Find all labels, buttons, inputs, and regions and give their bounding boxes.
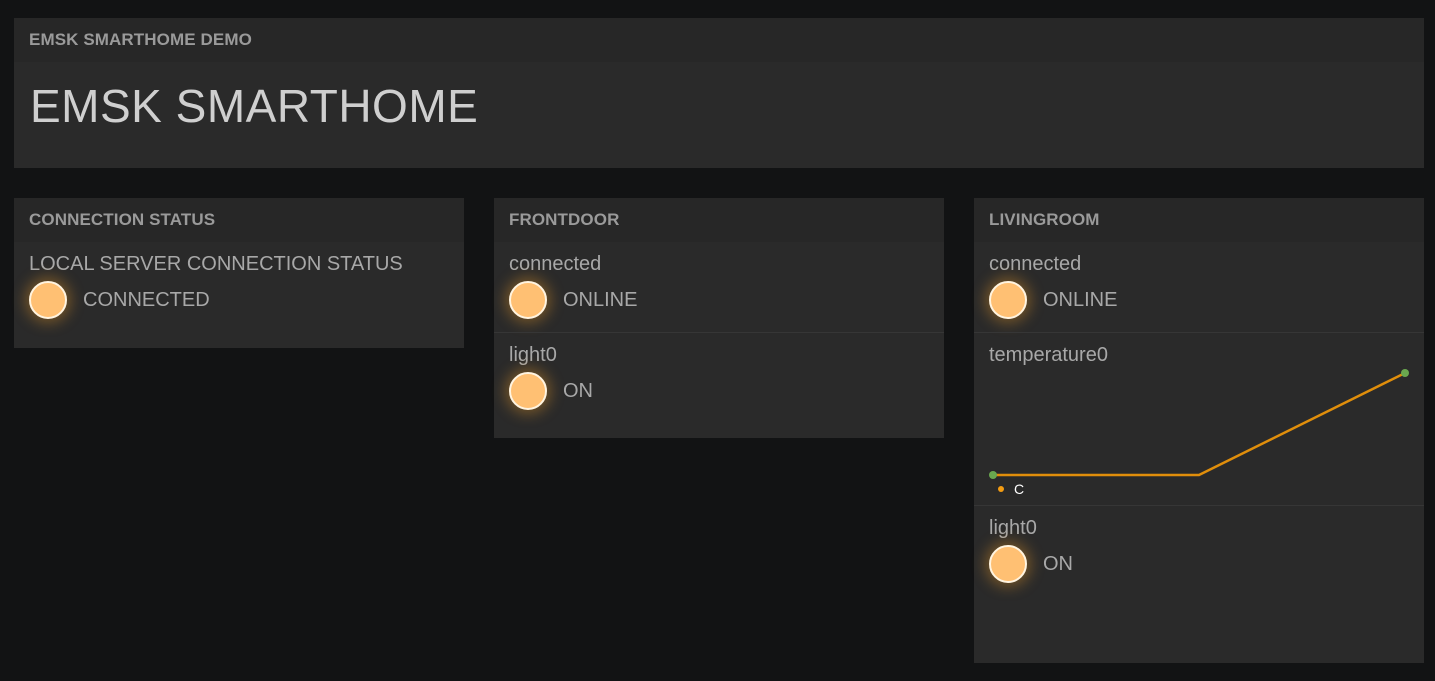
frontdoor-connected-widget: connected ONLINE	[494, 242, 944, 332]
temperature-series-line	[993, 371, 1406, 477]
widget-label: connected	[989, 253, 1082, 275]
pane-header-connection-status: CONNECTION STATUS	[14, 198, 464, 242]
pane-header-frontdoor: FRONTDOOR	[494, 198, 944, 242]
status-light-icon	[29, 281, 67, 319]
indicator-row: ONLINE	[989, 276, 1424, 324]
pane-header-livingroom: LIVINGROOM	[974, 198, 1424, 242]
local-server-status-widget: LOCAL SERVER CONNECTION STATUS CONNECTED	[14, 242, 464, 324]
temperature-data-point	[1401, 369, 1409, 377]
livingroom-pane: LIVINGROOM connected ONLINE temperature0…	[974, 198, 1424, 663]
temperature0-widget: temperature0 C	[974, 332, 1424, 505]
title-pane: EMSK SMARTHOME DEMO EMSK SMARTHOME	[14, 18, 1424, 168]
status-light-icon	[989, 281, 1027, 319]
legend-marker	[998, 486, 1004, 492]
indicator-row: CONNECTED	[29, 276, 464, 324]
light-indicator-icon	[989, 545, 1027, 583]
temperature-data-point	[989, 471, 997, 479]
widget-label: LOCAL SERVER CONNECTION STATUS	[29, 253, 403, 275]
frontdoor-light0-widget: light0 ON	[494, 332, 944, 422]
widget-label: connected	[509, 253, 602, 275]
status-text: ON	[1043, 552, 1073, 575]
status-light-icon	[509, 281, 547, 319]
livingroom-connected-widget: connected ONLINE	[974, 242, 1424, 332]
connection-status-pane: CONNECTION STATUS LOCAL SERVER CONNECTIO…	[14, 198, 464, 348]
temperature-chart	[989, 369, 1409, 479]
indicator-row: ON	[509, 367, 944, 415]
widget-label: light0	[509, 344, 557, 366]
status-text: ON	[563, 379, 593, 402]
status-text: ONLINE	[563, 288, 638, 311]
status-text: CONNECTED	[83, 288, 210, 311]
widget-label: light0	[989, 517, 1037, 539]
indicator-row: ON	[989, 540, 1424, 588]
pane-header-demo: EMSK SMARTHOME DEMO	[14, 18, 1424, 62]
light-indicator-icon	[509, 372, 547, 410]
legend-label: C	[1014, 481, 1025, 497]
frontdoor-pane: FRONTDOOR connected ONLINE light0 ON	[494, 198, 944, 438]
livingroom-light0-widget: light0 ON	[974, 505, 1424, 595]
indicator-row: ONLINE	[509, 276, 944, 324]
chart-legend: C	[998, 481, 1024, 497]
page-title: EMSK SMARTHOME	[30, 80, 479, 132]
status-text: ONLINE	[1043, 288, 1118, 311]
